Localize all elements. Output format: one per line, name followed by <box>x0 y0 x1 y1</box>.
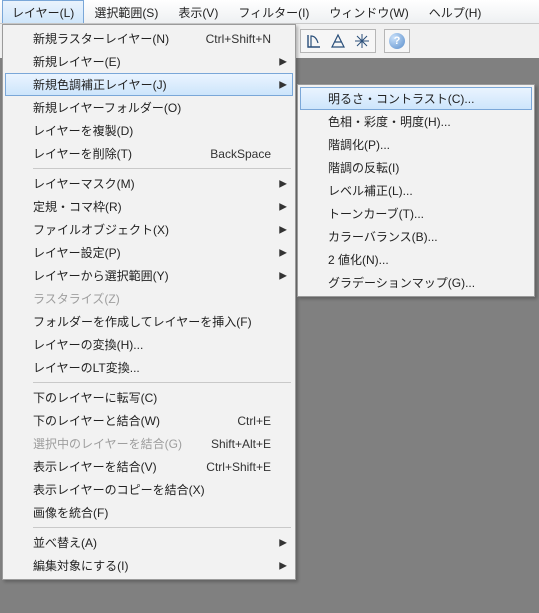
submenu-arrow-icon: ▶ <box>279 537 287 548</box>
menu-item-label: ラスタライズ(Z) <box>33 290 271 307</box>
menu-duplicate-layer[interactable]: レイヤーを複製(D) <box>5 119 293 142</box>
menu-separator <box>33 527 291 528</box>
menu-item-label: グラデーションマップ(G)... <box>328 274 510 291</box>
menu-item-label: 選択中のレイヤーを結合(G) <box>33 435 187 452</box>
submenu-gradient-map[interactable]: グラデーションマップ(G)... <box>300 271 532 294</box>
menubar: レイヤー(L) 選択範囲(S) 表示(V) フィルター(I) ウィンドウ(W) … <box>0 0 539 24</box>
menu-arrange[interactable]: 並べ替え(A) ▶ <box>5 531 293 554</box>
menu-merge-visible-copy[interactable]: 表示レイヤーのコピーを結合(X) <box>5 478 293 501</box>
menu-delete-layer[interactable]: レイヤーを削除(T) BackSpace <box>5 142 293 165</box>
help-button[interactable]: ? <box>384 29 410 53</box>
snap-ruler-icon[interactable] <box>302 31 326 51</box>
submenu-color-balance[interactable]: カラーバランス(B)... <box>300 225 532 248</box>
menu-item-accel: BackSpace <box>210 147 271 161</box>
submenu-arrow-icon: ▶ <box>279 201 287 212</box>
menu-item-label: 定規・コマ枠(R) <box>33 198 271 215</box>
menu-merge-visible[interactable]: 表示レイヤーを結合(V) Ctrl+Shift+E <box>5 455 293 478</box>
layer-menu: 新規ラスターレイヤー(N) Ctrl+Shift+N 新規レイヤー(E) ▶ 新… <box>2 24 296 580</box>
menu-item-label: 色相・彩度・明度(H)... <box>328 113 510 130</box>
menu-layer[interactable]: レイヤー(L) <box>2 0 84 23</box>
submenu-arrow-icon: ▶ <box>279 247 287 258</box>
menu-item-label: 並べ替え(A) <box>33 534 271 551</box>
menu-item-label: 編集対象にする(I) <box>33 557 271 574</box>
menu-item-label: 階調化(P)... <box>328 136 510 153</box>
menu-item-label: 新規色調補正レイヤー(J) <box>33 76 271 93</box>
menu-item-label: トーンカーブ(T)... <box>328 205 510 222</box>
menu-rasterize: ラスタライズ(Z) <box>5 287 293 310</box>
menu-new-raster-layer[interactable]: 新規ラスターレイヤー(N) Ctrl+Shift+N <box>5 27 293 50</box>
menu-item-label: レイヤーの変換(H)... <box>33 336 271 353</box>
help-icon: ? <box>389 33 405 49</box>
menu-merge-selected: 選択中のレイヤーを結合(G) Shift+Alt+E <box>5 432 293 455</box>
menu-item-label: 新規ラスターレイヤー(N) <box>33 30 182 47</box>
menu-filter[interactable]: フィルター(I) <box>228 0 319 23</box>
menu-item-label: レベル補正(L)... <box>328 182 510 199</box>
submenu-arrow-icon: ▶ <box>279 178 287 189</box>
menu-item-label: レイヤーから選択範囲(Y) <box>33 267 271 284</box>
snap-perspective-icon[interactable] <box>326 31 350 51</box>
snap-grid-icon[interactable] <box>350 31 374 51</box>
menu-selection[interactable]: 選択範囲(S) <box>84 0 168 23</box>
menu-new-correction-layer[interactable]: 新規色調補正レイヤー(J) ▶ <box>5 73 293 96</box>
menu-file-object[interactable]: ファイルオブジェクト(X) ▶ <box>5 218 293 241</box>
menu-item-label: 表示レイヤーを結合(V) <box>33 458 182 475</box>
submenu-invert[interactable]: 階調の反転(I) <box>300 156 532 179</box>
menu-help[interactable]: ヘルプ(H) <box>419 0 492 23</box>
submenu-posterize[interactable]: 階調化(P)... <box>300 133 532 156</box>
submenu-brightness-contrast[interactable]: 明るさ・コントラスト(C)... <box>300 87 532 110</box>
menu-item-label: レイヤーマスク(M) <box>33 175 271 192</box>
menu-layer-settings[interactable]: レイヤー設定(P) ▶ <box>5 241 293 264</box>
menu-item-label: フォルダーを作成してレイヤーを挿入(F) <box>33 313 271 330</box>
menu-item-label: 明るさ・コントラスト(C)... <box>328 90 510 107</box>
menu-item-accel: Ctrl+E <box>237 414 271 428</box>
menu-separator <box>33 168 291 169</box>
menu-selection-from-layer[interactable]: レイヤーから選択範囲(Y) ▶ <box>5 264 293 287</box>
menu-item-accel: Ctrl+Shift+E <box>206 460 271 474</box>
menu-item-label: カラーバランス(B)... <box>328 228 510 245</box>
menu-item-label: 2 値化(N)... <box>328 251 510 268</box>
menu-item-label: 新規レイヤーフォルダー(O) <box>33 99 271 116</box>
submenu-binarize[interactable]: 2 値化(N)... <box>300 248 532 271</box>
menu-item-label: 新規レイヤー(E) <box>33 53 271 70</box>
menu-layer-mask[interactable]: レイヤーマスク(M) ▶ <box>5 172 293 195</box>
menu-item-label: 画像を統合(F) <box>33 504 271 521</box>
menu-set-as-edit-target[interactable]: 編集対象にする(I) ▶ <box>5 554 293 577</box>
menu-merge-with-lower[interactable]: 下のレイヤーと結合(W) Ctrl+E <box>5 409 293 432</box>
menu-transfer-to-lower[interactable]: 下のレイヤーに転写(C) <box>5 386 293 409</box>
submenu-arrow-icon: ▶ <box>279 560 287 571</box>
submenu-hue-saturation[interactable]: 色相・彩度・明度(H)... <box>300 110 532 133</box>
submenu-tone-curve[interactable]: トーンカーブ(T)... <box>300 202 532 225</box>
menu-create-folder-insert-layer[interactable]: フォルダーを作成してレイヤーを挿入(F) <box>5 310 293 333</box>
menu-item-accel: Ctrl+Shift+N <box>206 32 271 46</box>
submenu-levels[interactable]: レベル補正(L)... <box>300 179 532 202</box>
submenu-arrow-icon: ▶ <box>279 270 287 281</box>
menu-separator <box>33 382 291 383</box>
menu-item-label: レイヤーを複製(D) <box>33 122 271 139</box>
menu-view[interactable]: 表示(V) <box>168 0 228 23</box>
menu-new-layer-folder[interactable]: 新規レイヤーフォルダー(O) <box>5 96 293 119</box>
menu-lt-convert-layer[interactable]: レイヤーのLT変換... <box>5 356 293 379</box>
menu-item-accel: Shift+Alt+E <box>211 437 271 451</box>
menu-item-label: 下のレイヤーと結合(W) <box>33 412 213 429</box>
menu-item-label: レイヤー設定(P) <box>33 244 271 261</box>
menu-item-label: レイヤーのLT変換... <box>33 359 271 376</box>
menu-item-label: 階調の反転(I) <box>328 159 510 176</box>
menu-ruler-frame[interactable]: 定規・コマ枠(R) ▶ <box>5 195 293 218</box>
menu-item-label: レイヤーを削除(T) <box>33 145 186 162</box>
menu-item-label: 表示レイヤーのコピーを結合(X) <box>33 481 271 498</box>
menu-item-label: 下のレイヤーに転写(C) <box>33 389 271 406</box>
submenu-arrow-icon: ▶ <box>279 224 287 235</box>
snap-tool-group <box>300 29 376 53</box>
correction-layer-submenu: 明るさ・コントラスト(C)... 色相・彩度・明度(H)... 階調化(P)..… <box>297 84 535 297</box>
menu-flatten-image[interactable]: 画像を統合(F) <box>5 501 293 524</box>
menu-convert-layer[interactable]: レイヤーの変換(H)... <box>5 333 293 356</box>
submenu-arrow-icon: ▶ <box>279 79 287 90</box>
menu-window[interactable]: ウィンドウ(W) <box>319 0 418 23</box>
menu-item-label: ファイルオブジェクト(X) <box>33 221 271 238</box>
submenu-arrow-icon: ▶ <box>279 56 287 67</box>
menu-new-layer[interactable]: 新規レイヤー(E) ▶ <box>5 50 293 73</box>
